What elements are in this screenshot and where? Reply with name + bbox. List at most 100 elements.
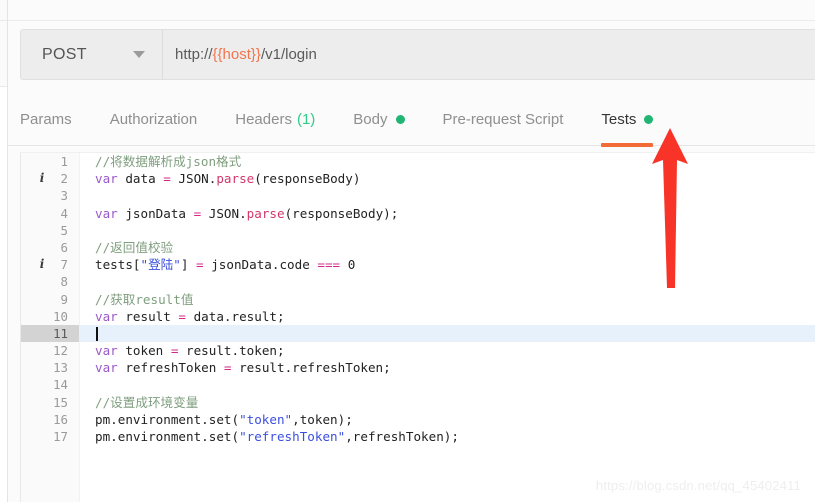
request-tabs-bar: Params Authorization Headers (1) Body Pre-req… xyxy=(7,95,815,147)
line-number: 3 xyxy=(60,188,68,204)
code-line[interactable]: 8 xyxy=(21,273,815,290)
request-tabs: Params Authorization Headers (1) Body Pre-req… xyxy=(20,95,691,147)
line-number: 6 xyxy=(60,239,68,255)
code-line[interactable]: 10 var result = data.result; xyxy=(21,308,815,325)
code-line[interactable]: 1 //将数据解析成json格式 xyxy=(21,153,815,170)
code-token: ,token); xyxy=(292,411,353,427)
tab-status-dot-icon xyxy=(644,115,654,124)
code-token: var xyxy=(95,308,118,324)
tests-script-editor[interactable]: 1//将数据解析成json格式 i 2 var data = JSON.parse(r… xyxy=(20,152,815,502)
line-content: var result = data.result; xyxy=(79,308,285,325)
request-url-input[interactable]: http://{{host}}/v1/login xyxy=(163,30,815,79)
tab-label: Tests xyxy=(601,111,637,128)
watermark-text: https://blog.csdn.net/qq_45402411 xyxy=(595,478,801,493)
line-content: tests["登陆"] = jsonData.code === 0 xyxy=(79,256,355,273)
code-line[interactable]: 14 xyxy=(21,376,815,393)
code-token: var xyxy=(95,171,118,187)
code-line[interactable]: 17 pm.environment.set("refreshToken",refr… xyxy=(21,428,815,445)
code-token: result.refreshToken; xyxy=(231,360,391,376)
code-token: (responseBody); xyxy=(284,205,399,221)
code-token: JSON. xyxy=(201,205,247,221)
code-token: = xyxy=(223,360,232,376)
http-method-select[interactable]: POST xyxy=(21,30,163,79)
line-number: 10 xyxy=(53,308,68,324)
line-content xyxy=(79,325,98,342)
line-number: 4 xyxy=(60,205,68,221)
line-content: //设置成环境变量 xyxy=(79,394,198,411)
code-token: result.token; xyxy=(178,343,285,359)
code-token: JSON. xyxy=(170,171,217,187)
tab-pre-request-script[interactable]: Pre-request Script xyxy=(443,95,564,144)
code-line[interactable]: 13 var refreshToken = result.refreshToken… xyxy=(21,359,815,376)
line-content: pm.environment.set("token",token); xyxy=(79,411,353,428)
code-token: //返回值校验 xyxy=(95,239,174,255)
code-line[interactable]: 9 //获取result值 xyxy=(21,291,815,308)
code-token: //设置成环境变量 xyxy=(95,394,199,410)
info-marker-icon[interactable]: i xyxy=(35,170,49,187)
line-content: var token = result.token; xyxy=(79,342,285,359)
line-content: var data = JSON.parse(responseBody) xyxy=(79,170,360,187)
code-token: var xyxy=(95,343,118,359)
line-content: var jsonData = JSON.parse(responseBody); xyxy=(79,205,398,222)
tab-headers[interactable]: Headers (1) xyxy=(235,95,315,144)
tab-count-badge: (1) xyxy=(296,111,316,128)
code-token: data xyxy=(117,171,164,187)
code-token: //将数据解析成json格式 xyxy=(95,154,242,169)
sidebar-rail xyxy=(0,0,8,502)
code-line[interactable]: 16 pm.environment.set("token",token); xyxy=(21,411,815,428)
code-token: result xyxy=(117,308,179,324)
sidebar-rail-segment-top xyxy=(0,0,7,21)
code-token: "登陆" xyxy=(140,257,181,273)
line-number: 14 xyxy=(53,377,68,393)
code-token: parse xyxy=(246,205,285,221)
tab-body[interactable]: Body xyxy=(353,95,405,144)
code-lines[interactable]: 1//将数据解析成json格式 i 2 var data = JSON.parse(r… xyxy=(21,153,815,502)
code-token: 0 xyxy=(340,257,356,273)
line-number: 11 xyxy=(21,324,79,343)
code-token: refreshToken xyxy=(117,360,224,376)
info-marker-icon[interactable]: i xyxy=(35,256,49,273)
code-line[interactable]: 12 var token = result.token; xyxy=(21,342,815,359)
sidebar-rail-segment-mid xyxy=(0,21,7,87)
code-token: data.result; xyxy=(186,308,285,324)
code-line[interactable]: 4 var jsonData = JSON.parse(responseBody)… xyxy=(21,205,815,222)
tab-label: Body xyxy=(353,111,388,128)
tab-tests[interactable]: Tests xyxy=(601,95,654,147)
code-line[interactable]: 11 xyxy=(21,324,815,343)
code-token: jsonData xyxy=(117,205,194,221)
code-line[interactable]: 15 //设置成环境变量 xyxy=(21,394,815,411)
line-number: 12 xyxy=(53,343,68,359)
line-number: 13 xyxy=(53,360,68,376)
code-token: //获取result值 xyxy=(95,291,194,307)
tab-status-dot-icon xyxy=(395,115,405,124)
line-content: //返回值校验 xyxy=(79,239,173,256)
line-number: 1 xyxy=(60,154,68,169)
postman-request-pane: POST http://{{host}}/v1/login Params Auth… xyxy=(0,0,815,502)
code-token: = xyxy=(196,257,204,273)
text-cursor xyxy=(96,327,98,342)
url-suffix: /v1/login xyxy=(260,46,317,63)
tab-label: Params xyxy=(20,111,72,128)
tab-label: Pre-request Script xyxy=(442,111,564,128)
line-number: 2 xyxy=(60,171,68,187)
code-line[interactable]: i 7 tests["登陆"] = jsonData.code === 0 xyxy=(21,256,815,273)
url-prefix: http:// xyxy=(175,46,213,63)
code-token: = xyxy=(178,308,187,324)
code-line[interactable]: 3 xyxy=(21,187,815,204)
tab-params[interactable]: Params xyxy=(20,95,72,144)
code-line[interactable]: 5 xyxy=(21,222,815,239)
code-token: ,refreshToken); xyxy=(345,429,459,444)
tab-label: Headers xyxy=(235,111,292,128)
tab-label: Authorization xyxy=(109,111,198,128)
code-token: tests[ xyxy=(95,257,141,273)
line-content: pm.environment.set("refreshToken",refres… xyxy=(79,428,459,445)
tab-authorization[interactable]: Authorization xyxy=(110,95,198,144)
line-content: //将数据解析成json格式 xyxy=(79,153,241,170)
code-line[interactable]: 6 //返回值校验 xyxy=(21,239,815,256)
code-token: "refreshToken" xyxy=(239,429,346,444)
code-token: = xyxy=(163,171,171,187)
tab-active-underline xyxy=(601,143,654,147)
code-line[interactable]: i 2 var data = JSON.parse(responseBody) xyxy=(21,170,815,187)
line-number: 7 xyxy=(60,257,68,273)
code-token: parse xyxy=(216,171,255,187)
